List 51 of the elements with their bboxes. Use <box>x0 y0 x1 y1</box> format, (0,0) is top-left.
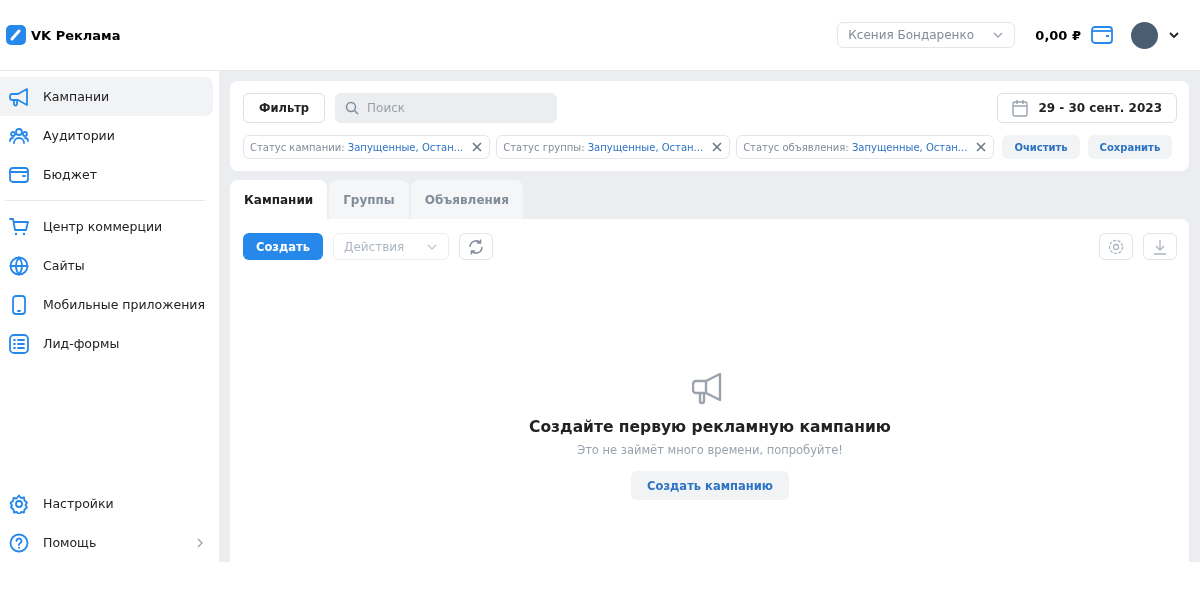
chevron-down-icon[interactable] <box>1168 29 1180 41</box>
save-button[interactable]: Сохранить <box>1087 135 1173 159</box>
close-icon[interactable] <box>711 141 724 153</box>
wallet-icon[interactable] <box>1091 26 1113 44</box>
avatar[interactable] <box>1131 21 1158 49</box>
sidebar-item[interactable]: Мобильные приложения <box>0 285 213 324</box>
create-button[interactable]: Создать <box>243 233 323 260</box>
list-icon <box>9 333 29 354</box>
balance: 0,00 ₽ <box>1035 27 1081 43</box>
filter-chip[interactable]: Статус кампании: Запущенные, Остан... <box>243 135 491 159</box>
logo-icon <box>6 25 26 45</box>
globe-icon <box>9 255 29 276</box>
cart-icon <box>9 216 29 237</box>
smartphone-icon <box>9 294 29 315</box>
account-select[interactable]: Ксения Бондаренко <box>837 22 1016 48</box>
close-icon[interactable] <box>975 141 988 153</box>
sidebar-item[interactable]: Аудитории <box>0 116 213 155</box>
filter-chip-label: Статус кампании: Запущенные, Остан... <box>250 141 464 153</box>
filter-chip-label: Статус объявления: Запущенные, Остан... <box>743 141 968 153</box>
filter-chip-label: Статус группы: Запущенные, Остан... <box>503 141 704 153</box>
empty-state-title: Создайте первую рекламную кампанию <box>529 418 891 436</box>
settings-icon <box>9 493 29 514</box>
close-icon[interactable] <box>471 141 484 153</box>
refresh-button[interactable] <box>459 233 493 260</box>
search-field[interactable]: Поиск <box>335 93 558 123</box>
sidebar-item[interactable]: Кампании <box>0 77 213 116</box>
help-icon <box>9 532 29 553</box>
date-range-button[interactable]: 29 - 30 сент. 2023 <box>997 93 1177 123</box>
sidebar-item[interactable]: Бюджет <box>0 155 213 194</box>
refresh-icon <box>467 237 485 256</box>
filter-chip[interactable]: Статус группы: Запущенные, Остан... <box>496 135 731 159</box>
sidebar-item[interactable]: Лид-формы <box>0 324 213 363</box>
empty-state-subtitle: Это не займёт много времени, попробуйте! <box>577 443 843 457</box>
wallet-icon <box>9 164 29 185</box>
clear-button[interactable]: Очистить <box>1002 135 1080 159</box>
sidebar-item[interactable]: Центр коммерции <box>0 207 213 246</box>
chevron-right-icon <box>195 536 205 549</box>
tab[interactable]: Кампании <box>230 180 328 219</box>
megaphone-icon <box>9 86 29 107</box>
settings-icon <box>1107 237 1125 256</box>
sidebar-item[interactable]: Настройки <box>0 484 213 523</box>
search-icon <box>345 101 360 115</box>
logo-text[interactable]: VK Реклама <box>31 27 121 43</box>
create-campaign-button[interactable]: Создать кампанию <box>631 471 789 500</box>
calendar-icon <box>1012 99 1029 117</box>
filter-button[interactable]: Фильтр <box>243 93 326 123</box>
people-icon <box>9 125 29 146</box>
sidebar-item[interactable]: Сайты <box>0 246 213 285</box>
download-icon <box>1151 237 1169 256</box>
sidebar-item[interactable]: Помощь <box>0 523 213 562</box>
filter-chip[interactable]: Статус объявления: Запущенные, Остан... <box>736 135 995 159</box>
